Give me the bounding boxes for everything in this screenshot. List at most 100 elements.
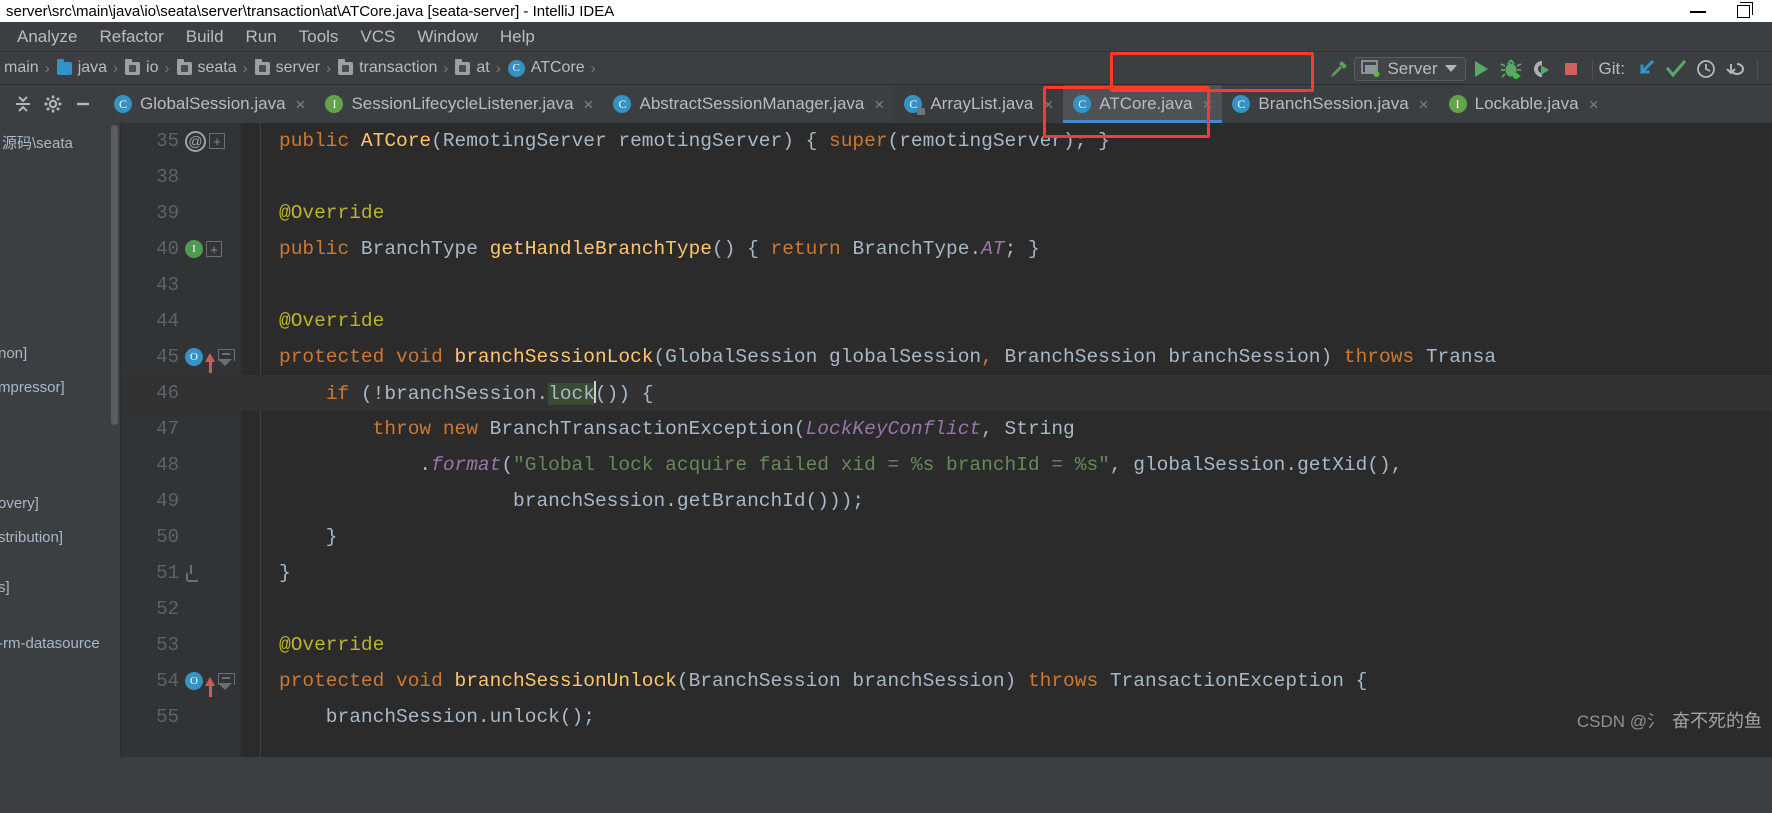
code-token: public (279, 238, 361, 260)
code-line[interactable]: 51} (121, 555, 1772, 591)
code-text[interactable]: throw new BranchTransactionException(Loc… (241, 418, 1772, 440)
git-update-project-button[interactable] (1631, 54, 1661, 84)
settings-button[interactable] (38, 89, 68, 119)
editor-tab-arraylist[interactable]: C ArrayList.java × (894, 85, 1064, 123)
git-rollback-button[interactable] (1721, 54, 1751, 84)
breadcrumb-item-server[interactable]: server (253, 58, 322, 77)
implements-marker-icon[interactable]: I (185, 240, 203, 258)
code-line[interactable]: 35 @ + public ATCore(RemotingServer remotin… (121, 123, 1772, 159)
menu-tools[interactable]: Tools (288, 25, 350, 49)
tab-label: ATCore.java (1099, 94, 1193, 113)
code-text[interactable]: public ATCore(RemotingServer remotingSer… (241, 130, 1772, 152)
code-editor[interactable]: 35 @ + public ATCore(RemotingServer remotin… (121, 123, 1772, 757)
breadcrumb-item-at[interactable]: at (453, 58, 491, 77)
menu-analyze[interactable]: Analyze (6, 25, 88, 49)
code-line[interactable]: 49 branchSession.getBranchId())); (121, 483, 1772, 519)
menu-vcs[interactable]: VCS (349, 25, 406, 49)
breadcrumb-item-atcore[interactable]: C ATCore (506, 59, 587, 77)
code-line[interactable]: 47 throw new BranchTransactionException(… (121, 411, 1772, 447)
code-text[interactable]: @Override (241, 310, 1772, 332)
editor-tab-globalsession[interactable]: C GlobalSession.java × (104, 85, 316, 123)
code-text[interactable]: } (241, 562, 1772, 584)
minimize-button[interactable] (1688, 2, 1708, 20)
run-configuration-label: Server (1387, 58, 1438, 78)
editor-tab-atcore[interactable]: C ATCore.java × (1063, 85, 1223, 123)
fold-plus-icon[interactable]: + (209, 133, 225, 149)
fold-plus-icon[interactable]: + (206, 241, 222, 257)
breadcrumb-item-seata[interactable]: seata (175, 58, 239, 77)
overrides-marker-icon[interactable]: O (185, 348, 203, 366)
code-line[interactable]: 55 branchSession.unlock(); (121, 699, 1772, 735)
hide-button[interactable] (68, 89, 98, 119)
run-button[interactable] (1466, 54, 1496, 84)
run-with-coverage-button[interactable] (1526, 54, 1556, 84)
breadcrumb-item-io[interactable]: io (123, 58, 160, 77)
chevron-down-icon[interactable] (1444, 65, 1457, 72)
breadcrumb-item-transaction[interactable]: transaction (336, 58, 439, 77)
editor-tab-sessionlifecyclelistener[interactable]: I SessionLifecycleListener.java × (315, 85, 604, 123)
tab-label: AbstractSessionManager.java (639, 94, 865, 113)
editor-tab-lockable[interactable]: I Lockable.java × (1438, 85, 1609, 123)
code-line[interactable]: 44 @Override (121, 303, 1772, 339)
modified-arrow-icon[interactable] (205, 352, 215, 373)
breadcrumb-item-java[interactable]: java (55, 58, 109, 77)
code-line[interactable]: 46 if (!branchSession.lock()) { (121, 375, 1772, 411)
run-configuration-selector[interactable]: Server (1354, 56, 1466, 81)
overrides-marker-icon[interactable]: O (185, 672, 203, 690)
build-project-button[interactable] (1324, 54, 1354, 84)
code-line[interactable]: 45 Oprotected void branchSessionLock(Glob… (121, 339, 1772, 375)
line-number: 46 (156, 382, 179, 404)
close-icon[interactable]: × (584, 96, 594, 113)
close-icon[interactable]: × (296, 96, 306, 113)
code-text[interactable]: branchSession.unlock(); (241, 706, 1772, 728)
menu-run[interactable]: Run (235, 25, 288, 49)
git-history-button[interactable] (1691, 54, 1721, 84)
code-line[interactable]: 43 (121, 267, 1772, 303)
stop-button[interactable] (1556, 54, 1586, 84)
code-text[interactable]: @Override (241, 202, 1772, 224)
code-line[interactable]: 39 @Override (121, 195, 1772, 231)
code-text[interactable]: if (!branchSession.lock()) { (241, 381, 1772, 405)
code-text[interactable]: protected void branchSessionUnlock(Branc… (241, 670, 1772, 692)
code-text[interactable]: public BranchType getHandleBranchType() … (241, 238, 1772, 260)
code-lines[interactable]: 35 @ + public ATCore(RemotingServer remotin… (121, 123, 1772, 757)
code-text[interactable]: branchSession.getBranchId())); (241, 490, 1772, 512)
commit-icon (1665, 59, 1687, 77)
code-text[interactable]: } (241, 526, 1772, 548)
editor-tab-branchsession[interactable]: C BranchSession.java × (1222, 85, 1439, 123)
code-line[interactable]: 54 Oprotected void branchSessionUnlock(Br… (121, 663, 1772, 699)
code-line[interactable]: 53 @Override (121, 627, 1772, 663)
code-text[interactable]: @Override (241, 634, 1772, 656)
menu-refactor[interactable]: Refactor (88, 25, 174, 49)
tab-label: ArrayList.java (930, 94, 1034, 113)
fold-minus-icon[interactable] (218, 349, 235, 366)
close-icon[interactable]: × (874, 96, 884, 113)
menu-window[interactable]: Window (406, 25, 488, 49)
menu-build[interactable]: Build (175, 25, 235, 49)
left-pane-scrollbar[interactable] (111, 125, 118, 425)
tab-label: BranchSession.java (1258, 94, 1409, 113)
modified-arrow-icon[interactable] (205, 676, 215, 697)
collapse-all-button[interactable] (8, 89, 38, 119)
close-icon[interactable]: × (1043, 96, 1053, 113)
folder-grey-icon (254, 58, 270, 75)
close-icon[interactable]: × (1589, 96, 1599, 113)
fold-end-icon[interactable] (185, 565, 198, 582)
code-text[interactable]: .format("Global lock acquire failed xid … (241, 454, 1772, 476)
menu-help[interactable]: Help (489, 25, 546, 49)
annotation-marker-icon[interactable]: @ (185, 130, 206, 152)
fold-minus-icon[interactable] (218, 673, 235, 690)
code-text[interactable]: protected void branchSessionLock(GlobalS… (241, 346, 1772, 368)
close-icon[interactable]: × (1202, 96, 1212, 113)
maximize-button[interactable] (1734, 2, 1754, 20)
code-line[interactable]: 40 I + public BranchType getHandleBranchTyp… (121, 231, 1772, 267)
git-commit-button[interactable] (1661, 54, 1691, 84)
debug-button[interactable] (1496, 54, 1526, 84)
code-line[interactable]: 52 (121, 591, 1772, 627)
close-icon[interactable]: × (1419, 96, 1429, 113)
breadcrumb-item-main[interactable]: main (2, 59, 41, 77)
code-line[interactable]: 50 } (121, 519, 1772, 555)
editor-tab-abstractsessionmanager[interactable]: C AbstractSessionManager.java × (603, 85, 895, 123)
code-line[interactable]: 48 .format("Global lock acquire failed x… (121, 447, 1772, 483)
code-line[interactable]: 38 (121, 159, 1772, 195)
